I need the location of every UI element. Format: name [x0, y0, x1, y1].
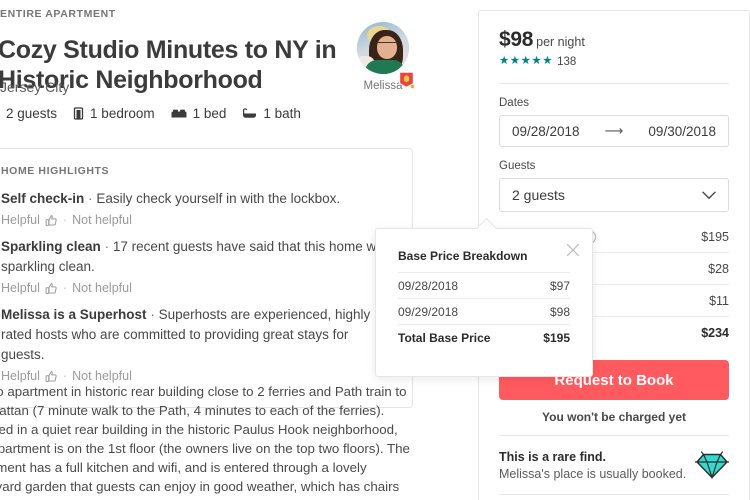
price-amount: $98	[499, 28, 534, 51]
not-helpful-button[interactable]: Not helpful	[72, 281, 132, 295]
highlight-vote-row: Helpful · Not helpful	[1, 281, 394, 295]
price-row: $98 per night	[499, 11, 729, 52]
highlight-title: Melissa is a Superhost	[1, 307, 147, 322]
popover-row-label: 09/28/2018	[398, 278, 459, 293]
popover-title: Base Price Breakdown	[398, 249, 528, 263]
highlight-item: Sparkling clean · 17 recent guests have …	[1, 237, 394, 295]
base-price-breakdown-popover: Base Price Breakdown 09/28/2018 $97 09/2…	[375, 228, 593, 377]
total-value: $234	[701, 325, 729, 340]
fact-bath: 1 bath	[242, 106, 301, 121]
date-range-input[interactable]: 09/28/2018 ⟶ 09/30/2018	[499, 115, 729, 147]
close-icon[interactable]	[566, 243, 580, 257]
highlight-text: Melissa is a Superhost · Superhosts are …	[1, 305, 394, 365]
report-listing-link[interactable]: Report this listing	[499, 494, 729, 500]
rare-find-text: This is a rare find. Melissa's place is …	[499, 450, 686, 481]
popover-total-value: $195	[543, 330, 570, 345]
no-charge-notice: You won't be charged yet	[542, 410, 686, 424]
fact-guests: 2 guests	[0, 106, 57, 121]
listing-details-column: ENTIRE APARTMENT Cozy Studio Minutes to …	[0, 0, 440, 500]
price-line-value: $11	[709, 293, 729, 308]
fact-bed: 1 bed	[171, 106, 227, 121]
date-arrow-icon: ⟶	[604, 123, 624, 138]
bed-icon	[171, 108, 187, 119]
highlight-vote-row: Helpful · Not helpful	[1, 213, 394, 227]
fact-bed-label: 1 bed	[192, 106, 227, 121]
highlight-text: Sparkling clean · 17 recent guests have …	[1, 237, 394, 277]
rating-row[interactable]: ★★★★★ 138	[499, 56, 729, 68]
popover-total-label: Total Base Price	[398, 330, 491, 345]
helpful-button[interactable]: Helpful	[1, 213, 40, 227]
check-out-date[interactable]: 09/30/2018	[648, 124, 716, 139]
rare-find-section: This is a rare find. Melissa's place is …	[499, 435, 729, 481]
listing-description: Studio apartment in historic rear buildi…	[0, 384, 410, 500]
fact-guests-label: 2 guests	[6, 106, 58, 121]
popover-total-row: Total Base Price $195	[398, 324, 570, 350]
bath-icon	[242, 108, 257, 119]
guests-label: Guests	[499, 160, 536, 172]
not-helpful-button[interactable]: Not helpful	[72, 213, 132, 227]
thumbs-up-icon[interactable]	[45, 282, 58, 295]
superhost-badge-icon	[397, 69, 416, 90]
popover-row: 09/29/2018 $98	[398, 298, 570, 324]
divider	[499, 83, 729, 84]
helpful-button[interactable]: Helpful	[1, 369, 40, 383]
highlight-body: Easily check yourself in with the lockbo…	[96, 191, 341, 206]
vote-separator: ·	[62, 281, 68, 295]
highlight-text: Self check-in · Easily check yourself in…	[1, 189, 394, 209]
highlight-separator: ·	[150, 307, 155, 322]
price-period: per night	[536, 35, 585, 49]
host-block[interactable]: Melissa	[352, 22, 416, 92]
rare-find-subtitle: Melissa's place is usually booked.	[499, 467, 687, 481]
listing-page: ENTIRE APARTMENT Cozy Studio Minutes to …	[0, 0, 750, 500]
popover-row-value: $98	[549, 304, 570, 319]
popover-row-label: 09/29/2018	[398, 304, 459, 319]
fact-bath-label: 1 bath	[263, 106, 301, 121]
rare-find-title: This is a rare find.	[499, 450, 606, 464]
avatar[interactable]	[357, 22, 409, 74]
thumbs-up-icon[interactable]	[45, 214, 58, 227]
highlight-vote-row: Helpful · Not helpful	[1, 369, 394, 383]
highlight-separator: ·	[104, 239, 110, 254]
popover-row-value: $97	[549, 278, 570, 293]
vote-separator: ·	[62, 213, 68, 227]
door-icon	[73, 107, 84, 120]
price-line-value: $195	[701, 229, 729, 244]
price-line-value: $28	[708, 261, 729, 276]
not-helpful-button[interactable]: Not helpful	[72, 369, 132, 383]
listing-facts: 2 guests 1 bedroom 1 bed 1 bath	[0, 106, 301, 121]
check-in-date[interactable]: 09/28/2018	[512, 124, 580, 139]
chevron-down-icon	[702, 191, 716, 200]
popover-row: 09/28/2018 $97	[398, 272, 570, 298]
review-count: 138	[557, 56, 577, 68]
listing-type-label: ENTIRE APARTMENT	[0, 8, 116, 20]
dates-label: Dates	[499, 97, 530, 109]
home-highlights-label: HOME HIGHLIGHTS	[1, 165, 110, 177]
vote-separator: ·	[62, 369, 68, 383]
highlight-title: Sparkling clean	[1, 239, 101, 254]
guests-select[interactable]: 2 guests	[499, 178, 729, 212]
guests-value: 2 guests	[512, 187, 565, 203]
highlight-item: Melissa is a Superhost · Superhosts are …	[1, 305, 394, 383]
thumbs-up-icon[interactable]	[45, 370, 58, 383]
listing-city: Jersey City	[0, 79, 70, 95]
highlight-separator: ·	[88, 191, 93, 206]
helpful-button[interactable]: Helpful	[1, 281, 40, 295]
highlight-title: Self check-in	[1, 191, 85, 206]
avatar-glasses	[378, 42, 396, 48]
diamond-icon	[695, 450, 729, 481]
highlight-item: Self check-in · Easily check yourself in…	[1, 189, 394, 227]
star-rating-icon: ★★★★★	[499, 55, 554, 68]
home-highlights-card: HOME HIGHLIGHTS Self check-in · Easily c…	[0, 148, 413, 408]
fact-bedroom: 1 bedroom	[73, 106, 155, 121]
fact-bedroom-label: 1 bedroom	[90, 106, 155, 121]
